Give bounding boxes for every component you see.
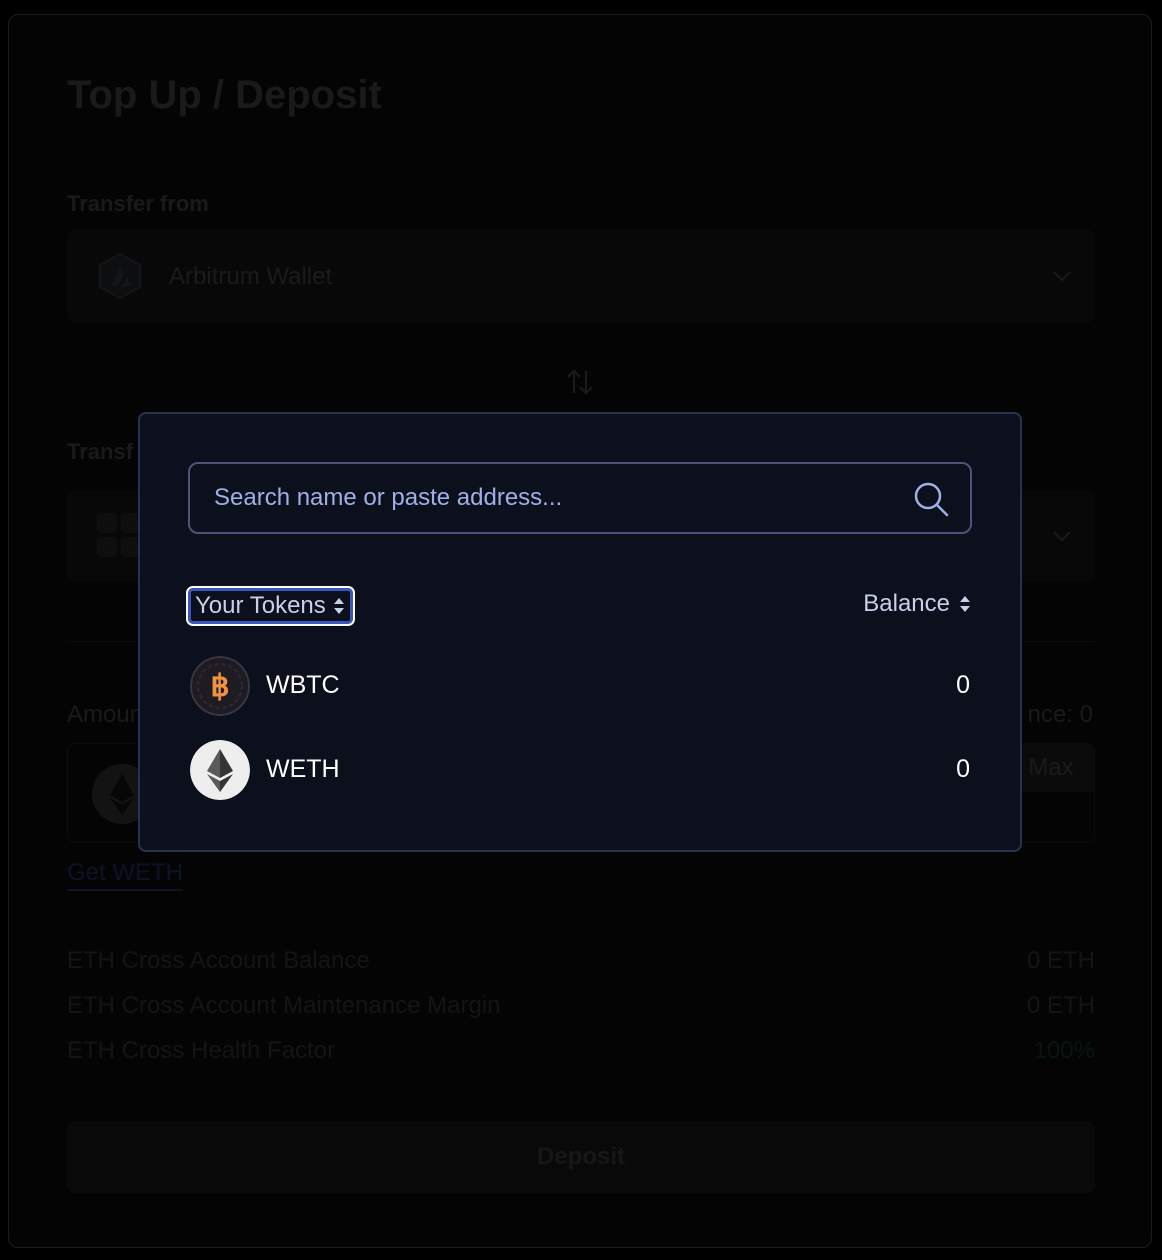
sort-by-balance-button[interactable]: Balance [863,590,972,618]
info-label: ETH Cross Health Factor [67,1037,336,1064]
sort-by-name-button[interactable]: Your Tokens [186,586,355,626]
info-row-maintenance-margin: ETH Cross Account Maintenance Margin 0 E… [67,992,1095,1020]
info-row-health-factor: ETH Cross Health Factor 100% [67,1037,1095,1065]
sort-icon [960,596,970,612]
info-label: ETH Cross Account Maintenance Margin [67,992,501,1019]
amount-label: Amour [67,701,138,728]
get-weth-link[interactable]: Get WETH [67,859,184,891]
swap-direction-icon[interactable] [565,367,595,397]
token-balance: 0 [956,755,970,783]
balance-label: nce: 0 [1027,701,1093,728]
info-value: 100% [1033,1037,1095,1064]
wallet-name: Arbitrum Wallet [169,263,333,290]
token-list-header: Your Tokens Balance [186,586,972,626]
token-symbol: WETH [266,755,340,783]
token-row-weth[interactable]: WETH 0 [188,738,972,802]
svg-text:฿: ฿ [210,670,229,703]
info-row-cross-balance: ETH Cross Account Balance 0 ETH [67,947,1095,975]
your-tokens-label: Your Tokens [195,592,326,619]
token-search-box[interactable] [188,462,972,534]
token-search-input[interactable] [214,464,894,532]
info-value: 0 ETH [1026,947,1095,974]
deposit-button[interactable]: Deposit [67,1121,1095,1193]
transfer-to-label: Transf [67,439,134,464]
sort-icon [333,598,344,614]
balance-header-label: Balance [863,590,950,617]
token-symbol: WBTC [266,671,340,699]
token-row-wbtc[interactable]: ฿ WBTC 0 [188,654,972,718]
info-value: 0 ETH [1026,992,1095,1019]
transfer-from-select[interactable]: Arbitrum Wallet [67,229,1095,323]
ethereum-logo-icon [190,740,250,800]
token-balance: 0 [956,671,970,699]
transfer-from-label: Transfer from [67,191,209,216]
arbitrum-logo-icon [99,252,141,300]
page-title: Top Up / Deposit [67,73,382,117]
chevron-down-icon [1053,271,1071,282]
bitcoin-logo-icon: ฿ [190,656,250,716]
search-icon [914,482,949,517]
info-label: ETH Cross Account Balance [67,947,370,974]
token-select-modal: Your Tokens Balance ฿ WBTC 0 [138,412,1022,852]
chevron-down-icon [1053,531,1071,542]
